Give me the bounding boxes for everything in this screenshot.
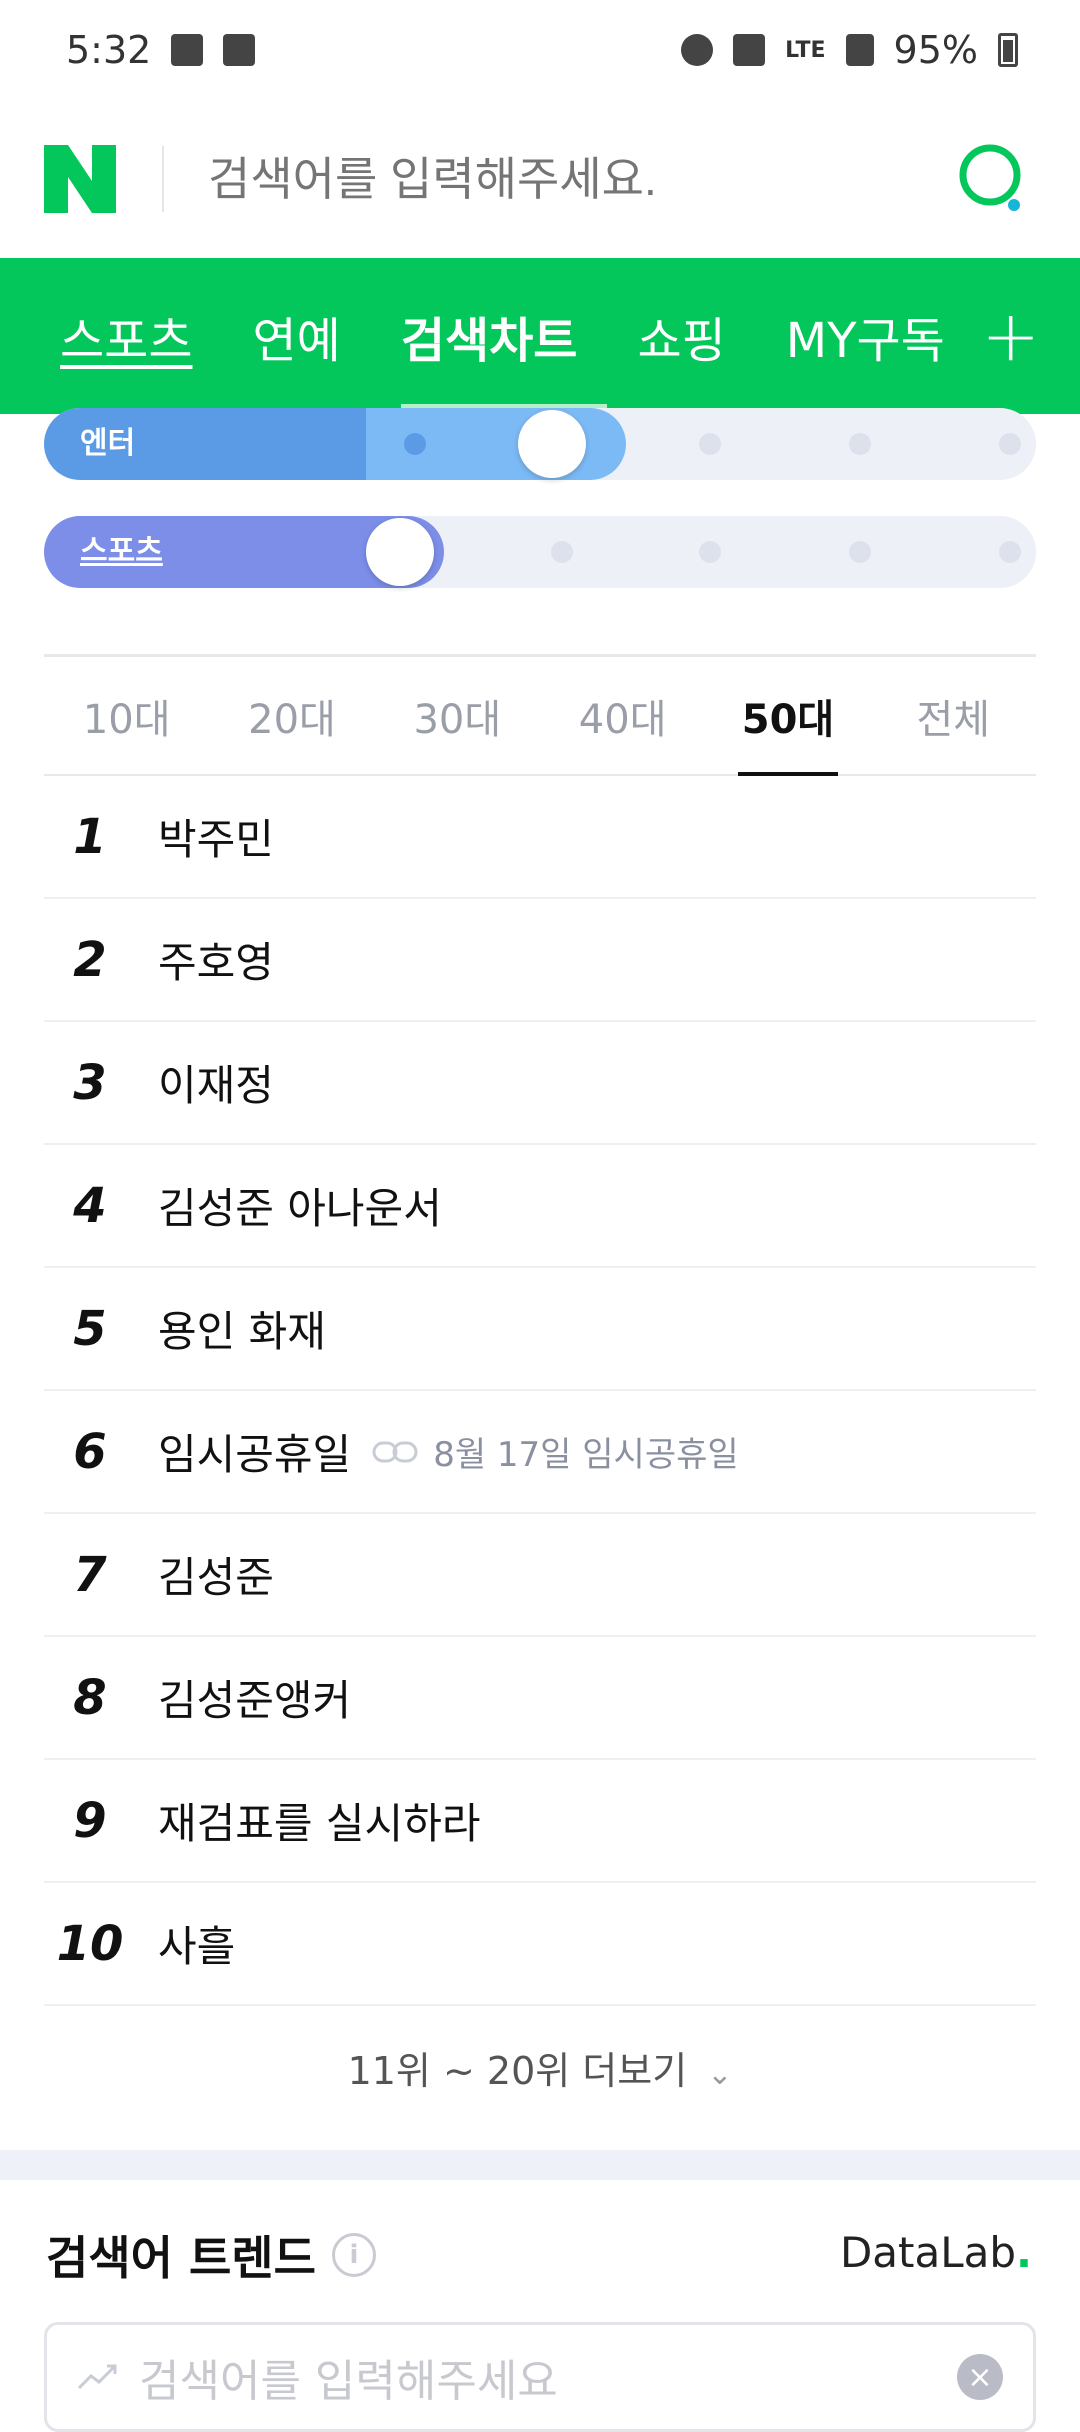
- rank-number: 1: [73, 808, 107, 865]
- sports-filter-slider[interactable]: 스포츠: [44, 516, 1036, 588]
- list-item[interactable]: 9 재검표를 실시하라: [44, 1760, 1036, 1883]
- age-tabs: 10대 20대 30대 40대 50대 전체: [44, 654, 1036, 776]
- search-icon[interactable]: [952, 137, 1036, 221]
- list-item[interactable]: 1 박주민: [44, 776, 1036, 899]
- sports-filter-label: 스포츠: [80, 534, 163, 569]
- signal-icon: [845, 34, 874, 66]
- more-button[interactable]: 11위 ~ 20위 더보기 ⌄: [0, 2040, 1080, 2095]
- info-icon[interactable]: i: [331, 2233, 376, 2277]
- list-item[interactable]: 5 용인 화재: [44, 1268, 1036, 1391]
- list-item[interactable]: 3 이재정: [44, 1022, 1036, 1145]
- entertainment-filter-label: 엔터: [80, 426, 136, 461]
- trend-search-field[interactable]: 검색어를 입력해주세요 ×: [44, 2322, 1036, 2432]
- tab-30s[interactable]: 30대: [375, 657, 540, 774]
- list-item[interactable]: 7 김성준: [44, 1514, 1036, 1637]
- ranking-list: 1 박주민 2 주호영 3 이재정 4 김성준 아나운서 5 용인 화재 6 임시공휴일 …: [44, 776, 1036, 2006]
- tab-search-chart[interactable]: 검색차트: [371, 258, 608, 414]
- app-notification-icon: [223, 34, 256, 66]
- divider: [162, 146, 164, 212]
- datalab-link[interactable]: DataLab.: [840, 2228, 1032, 2277]
- tab-sports[interactable]: 스포츠: [30, 258, 222, 414]
- rank-number: 10: [56, 1915, 124, 1972]
- list-item[interactable]: 8 김성준앵커: [44, 1637, 1036, 1760]
- alarm-icon: [681, 34, 714, 66]
- list-item[interactable]: 10 사흘: [44, 1883, 1036, 2006]
- section-divider: [0, 2150, 1080, 2180]
- search-term: 김성준앵커: [158, 1676, 352, 1725]
- search-term: 이재정: [158, 1061, 274, 1110]
- search-term: 사흘: [158, 1922, 236, 1971]
- battery-icon: [998, 33, 1018, 67]
- tab-50s[interactable]: 50대: [705, 657, 870, 774]
- trend-search-placeholder: 검색어를 입력해주세요: [139, 2356, 558, 2407]
- tab-entertainment[interactable]: 연예: [222, 258, 370, 414]
- rank-number: 5: [73, 1300, 107, 1357]
- search-input[interactable]: [208, 152, 952, 206]
- more-label: 11위 ~ 20위 더보기: [347, 2049, 688, 2093]
- search-term: 박주민: [158, 815, 274, 864]
- list-item[interactable]: 4 김성준 아나운서: [44, 1145, 1036, 1268]
- tab-10s[interactable]: 10대: [44, 657, 209, 774]
- search-header: [0, 100, 1080, 258]
- search-term: 김성준 아나운서: [158, 1184, 442, 1233]
- rank-number: 6: [73, 1423, 107, 1480]
- search-term: 재검표를 실시하라: [158, 1799, 481, 1848]
- mute-icon: [733, 34, 766, 66]
- chevron-down-icon: ⌄: [707, 2057, 733, 2092]
- naver-logo[interactable]: [44, 145, 116, 213]
- list-item[interactable]: 2 주호영: [44, 899, 1036, 1022]
- slider-knob[interactable]: [518, 410, 586, 478]
- entertainment-filter-slider[interactable]: 엔터: [44, 408, 1036, 480]
- link-icon: [372, 1441, 418, 1462]
- gallery-icon: [171, 34, 204, 66]
- category-nav: 스포츠 연예 검색차트 쇼핑 MY구독 +: [0, 258, 1080, 414]
- search-term: 용인 화재: [158, 1307, 326, 1356]
- rank-number: 7: [73, 1546, 107, 1603]
- search-term: 김성준: [158, 1553, 274, 1602]
- slider-knob[interactable]: [366, 518, 434, 586]
- search-term: 임시공휴일: [158, 1430, 352, 1479]
- tab-20s[interactable]: 20대: [209, 657, 374, 774]
- search-term: 주호영: [158, 938, 274, 987]
- tab-my-subscription[interactable]: MY구독: [756, 258, 975, 414]
- related-keyword-label: 8월 17일 임시공휴일: [433, 1435, 739, 1475]
- trend-chart-icon: [77, 2364, 117, 2390]
- lte-icon: LTE: [785, 37, 826, 63]
- rank-number: 9: [73, 1792, 107, 1849]
- search-trend-section: 검색어 트렌드 i DataLab. 검색어를 입력해주세요 ×: [0, 2180, 1080, 2432]
- clear-icon[interactable]: ×: [957, 2354, 1003, 2400]
- add-tab-icon[interactable]: +: [981, 258, 1040, 414]
- battery-percent: 95%: [893, 28, 978, 72]
- trend-title: 검색어 트렌드 i: [46, 2222, 376, 2288]
- tab-shopping[interactable]: 쇼핑: [607, 258, 755, 414]
- tab-40s[interactable]: 40대: [540, 657, 705, 774]
- list-item[interactable]: 6 임시공휴일 8월 17일 임시공휴일: [44, 1391, 1036, 1514]
- status-time: 5:32: [66, 28, 152, 72]
- related-keyword[interactable]: 8월 17일 임시공휴일: [371, 1427, 739, 1476]
- tab-all[interactable]: 전체: [871, 657, 1036, 774]
- status-bar: 5:32 LTE 95%: [0, 0, 1080, 100]
- rank-number: 4: [73, 1177, 107, 1234]
- rank-number: 8: [73, 1669, 107, 1726]
- rank-number: 3: [73, 1054, 107, 1111]
- rank-number: 2: [73, 931, 107, 988]
